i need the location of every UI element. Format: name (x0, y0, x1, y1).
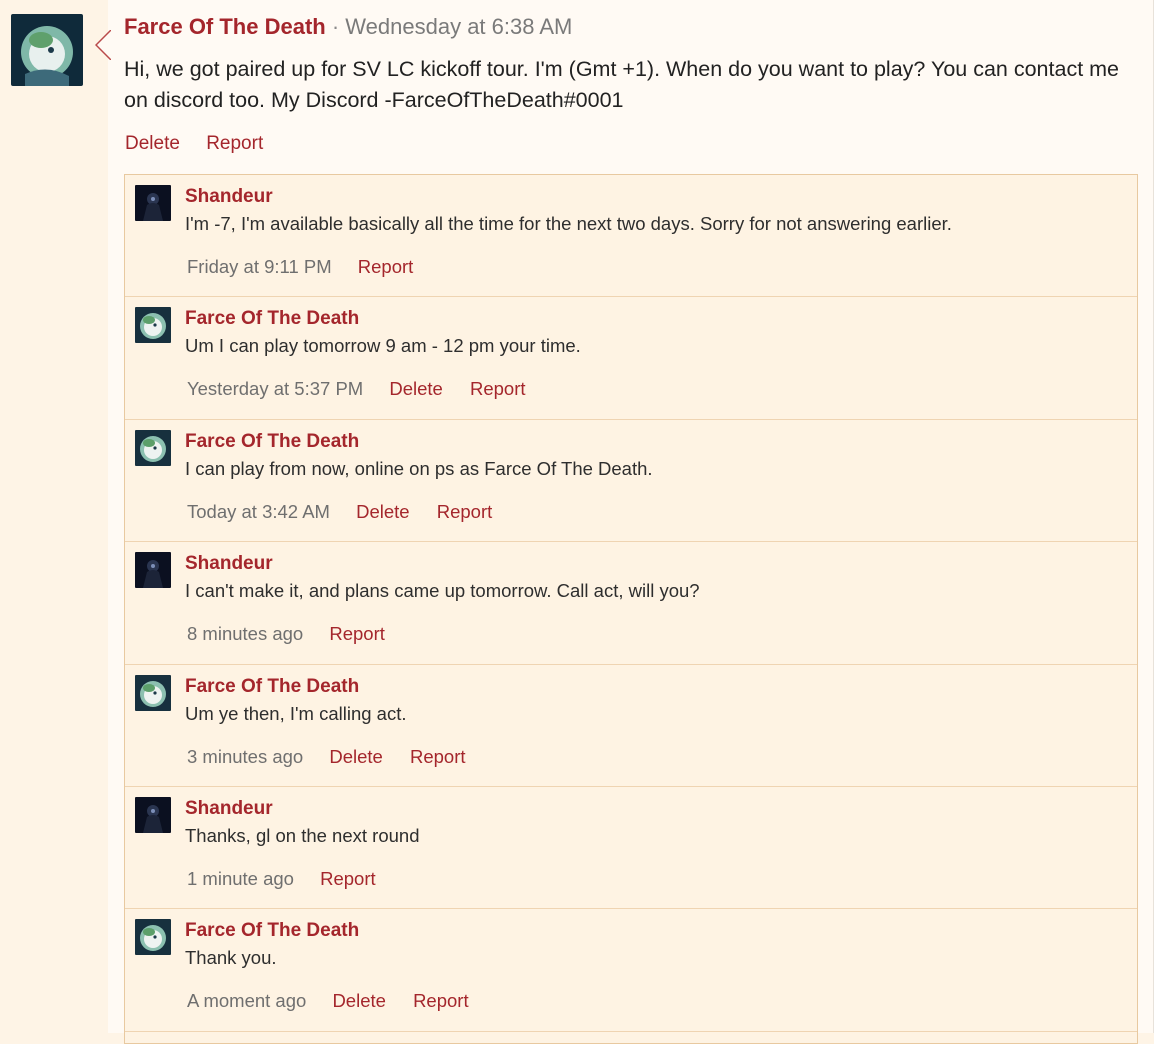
comment-text: Um ye then, I'm calling act. (185, 702, 407, 724)
comment-author-link[interactable]: Farce Of The Death (185, 920, 359, 942)
comment-item: Farce Of The Death Thank you. A moment a… (125, 909, 1137, 1032)
avatar[interactable] (135, 430, 171, 466)
comment-author-link[interactable]: Shandeur (185, 798, 273, 820)
avatar[interactable] (135, 675, 171, 711)
comment-item: Farce Of The Death Um ye then, I'm calli… (125, 665, 1137, 787)
comment-text: Thanks, gl on the next round (185, 824, 420, 846)
comment-report-link[interactable]: Report (329, 623, 385, 644)
comment-item: Shandeur Thanks, gl on the next round 1 … (125, 787, 1137, 910)
comment-author-link[interactable]: Farce Of The Death (185, 676, 359, 698)
avatar[interactable] (135, 919, 171, 955)
comment-meta: 3 minutes ago Delete Report (187, 746, 488, 768)
comment-meta: 8 minutes ago Report (187, 623, 407, 645)
comment-text: I can't make it, and plans came up tomor… (185, 580, 700, 602)
avatar[interactable] (135, 552, 171, 588)
avatar[interactable] (135, 307, 171, 343)
post-message: Hi, we got paired up for SV LC kickoff t… (124, 57, 1120, 112)
post-author-link[interactable]: Farce Of The Death (124, 14, 326, 39)
comment-delete-link[interactable]: Delete (329, 746, 382, 767)
comment-timestamp[interactable]: Yesterday at 5:37 PM (187, 378, 363, 399)
comment-timestamp[interactable]: 8 minutes ago (187, 623, 303, 644)
comment-timestamp[interactable]: 3 minutes ago (187, 746, 303, 767)
avatar[interactable] (11, 14, 83, 86)
avatar[interactable] (135, 797, 171, 833)
comment-item: Shandeur I can't make it, and plans came… (125, 542, 1137, 665)
header-separator: · (331, 14, 340, 39)
comment-delete-link[interactable]: Delete (389, 378, 442, 399)
comment-timestamp[interactable]: Today at 3:42 AM (187, 501, 330, 522)
post-timestamp[interactable]: Wednesday at 6:38 AM (345, 14, 572, 39)
comment-report-link[interactable]: Report (358, 256, 414, 277)
comment-report-link[interactable]: Report (320, 868, 376, 889)
comment-report-link[interactable]: Report (437, 501, 493, 522)
comment-delete-link[interactable]: Delete (332, 990, 385, 1011)
comment-text: Thank you. (185, 947, 277, 969)
comment-list: Shandeur I'm -7, I'm available basically… (124, 174, 1138, 1044)
comment-item: Farce Of The Death I can play from now, … (125, 420, 1137, 543)
comment-text: Um I can play tomorrow 9 am - 12 pm your… (185, 335, 581, 357)
comment-meta: Friday at 9:11 PM Report (187, 256, 435, 278)
comment-timestamp[interactable]: A moment ago (187, 990, 306, 1011)
post-header: Farce Of The Death · Wednesday at 6:38 A… (124, 14, 572, 40)
comment-author-link[interactable]: Shandeur (185, 553, 273, 575)
comment-delete-link[interactable]: Delete (356, 501, 409, 522)
comment-report-link[interactable]: Report (470, 378, 526, 399)
post-actions: Delete Report (125, 133, 284, 155)
comment-report-link[interactable]: Report (410, 746, 466, 767)
comment-meta: 1 minute ago Report (187, 868, 398, 890)
comment-report-link[interactable]: Report (413, 990, 469, 1011)
comment-author-link[interactable]: Shandeur (185, 186, 273, 208)
profile-post-card: Farce Of The Death · Wednesday at 6:38 A… (95, 0, 1154, 1044)
comment-item: Farce Of The Death Um I can play tomorro… (125, 297, 1137, 420)
left-rail (0, 0, 108, 1033)
avatar[interactable] (135, 185, 171, 221)
comment-meta: A moment ago Delete Report (187, 990, 491, 1012)
delete-link[interactable]: Delete (125, 133, 180, 154)
report-link[interactable]: Report (206, 133, 263, 154)
comment-item: Shandeur I'm -7, I'm available basically… (125, 175, 1137, 298)
comment-timestamp[interactable]: 1 minute ago (187, 868, 294, 889)
comment-text: I can play from now, online on ps as Far… (185, 457, 653, 479)
comment-meta: Yesterday at 5:37 PM Delete Report (187, 378, 548, 400)
comment-text: I'm -7, I'm available basically all the … (185, 213, 952, 234)
comment-author-link[interactable]: Farce Of The Death (185, 308, 359, 330)
comment-meta: Today at 3:42 AM Delete Report (187, 501, 514, 523)
pointer-arrow-icon (95, 30, 111, 60)
comment-author-link[interactable]: Farce Of The Death (185, 431, 359, 453)
comment-timestamp[interactable]: Friday at 9:11 PM (187, 256, 332, 277)
